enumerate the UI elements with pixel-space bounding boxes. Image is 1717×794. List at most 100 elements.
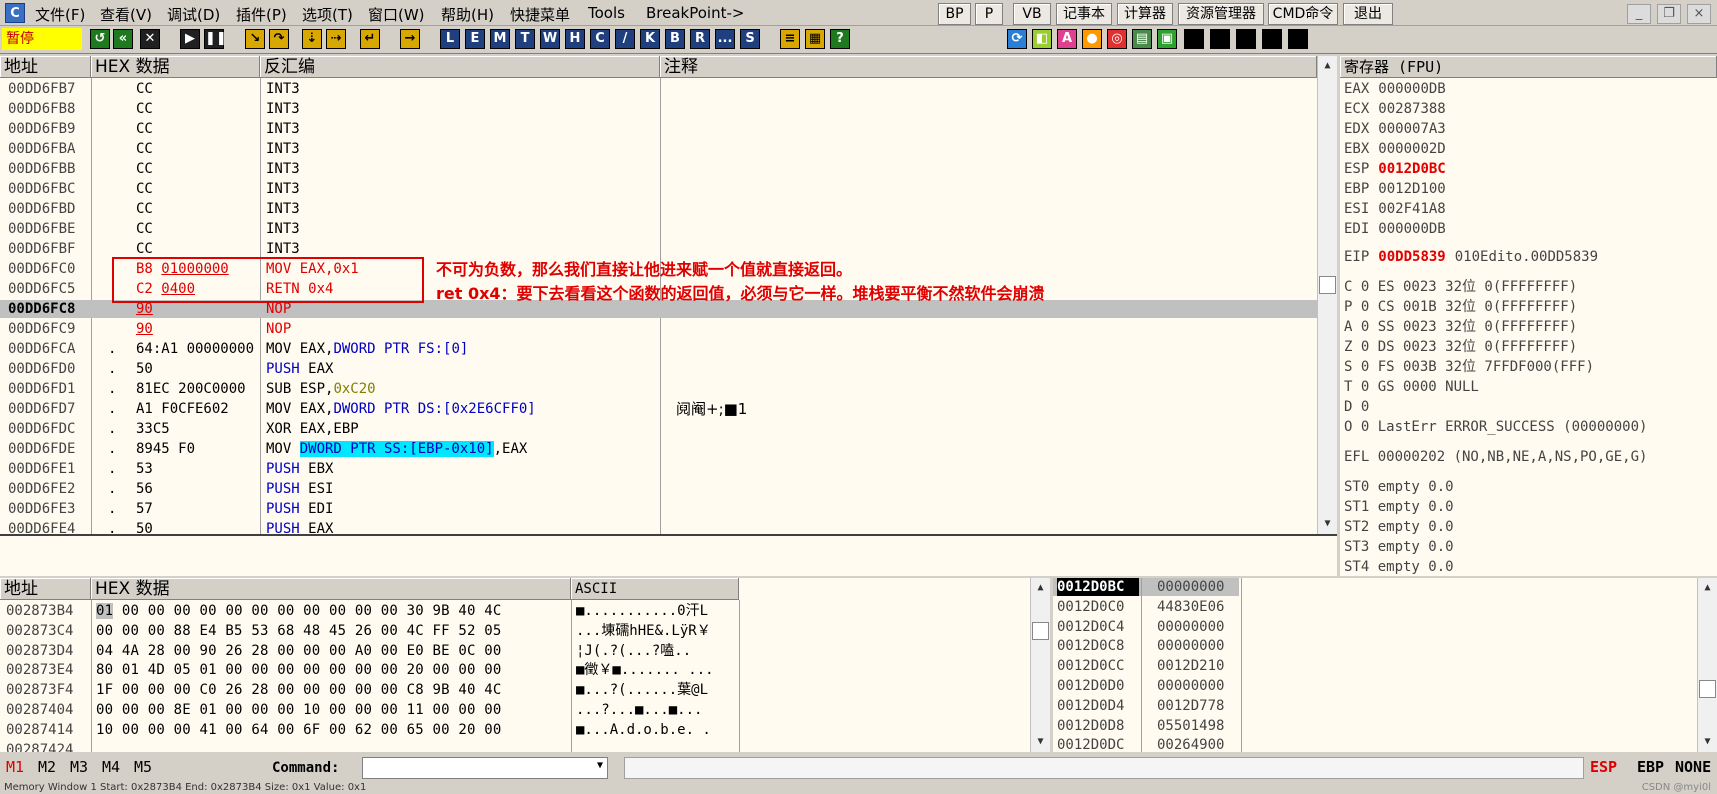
- dump-row[interactable]: 002873D4 04 4A 28 00 90 26 28 00 00 00 A0…: [0, 642, 1030, 660]
- register-efl[interactable]: EFL 00000202 (NO,NB,NE,A,NS,PO,GE,G): [1344, 448, 1647, 466]
- register-value[interactable]: 0012D100: [1378, 181, 1445, 197]
- threads-window-icon[interactable]: T: [515, 29, 535, 49]
- blank-button-1[interactable]: [1184, 29, 1204, 49]
- register-eax[interactable]: EAX 000000DB: [1344, 80, 1446, 98]
- flag-row[interactable]: C 0 ES 0023 32位 0(FFFFFFFF): [1344, 278, 1577, 296]
- menu-view[interactable]: 查看(V): [100, 4, 152, 25]
- dump-scroll-down-icon[interactable]: ▼: [1031, 734, 1050, 750]
- fpu-register[interactable]: ST1 empty 0.0: [1344, 498, 1454, 516]
- calculator-button[interactable]: 计算器: [1117, 3, 1173, 25]
- registers-pane[interactable]: 寄存器 (FPU) EAX 000000DB ECX 00287388 EDX 00000…: [1340, 56, 1717, 576]
- flag-row[interactable]: S 0 FS 003B 32位 7FFDF000(FFF): [1344, 358, 1594, 376]
- col-comment-header[interactable]: 注释: [660, 56, 1317, 78]
- registers-header[interactable]: 寄存器 (FPU): [1340, 56, 1717, 78]
- rewind-icon[interactable]: «: [113, 29, 133, 49]
- dump-row[interactable]: 00287414 10 00 00 00 41 00 64 00 6F 00 62…: [0, 721, 1030, 739]
- register-ebx[interactable]: EBX 0000002D: [1344, 140, 1446, 158]
- blank-button-2[interactable]: [1210, 29, 1230, 49]
- ebp-toggle[interactable]: EBP: [1637, 758, 1664, 776]
- p-button[interactable]: P: [975, 3, 1003, 25]
- col-address-header[interactable]: 地址: [0, 56, 91, 78]
- run-trace-window-icon[interactable]: ...: [715, 29, 735, 49]
- fpu-register[interactable]: ST4 empty 0.0: [1344, 558, 1454, 576]
- disasm-row[interactable]: 00DD6FDE. 8945 F0 MOV DWORD PTR SS:[EBP-0x…: [0, 440, 1317, 458]
- menu-options[interactable]: 选项(T): [302, 4, 353, 25]
- menu-file[interactable]: 文件(F): [35, 4, 85, 25]
- help-icon[interactable]: ?: [830, 29, 850, 49]
- stack-row[interactable]: 0012D0D4 0012D778: [1053, 697, 1697, 715]
- execute-till-return-icon[interactable]: ↵: [360, 29, 380, 49]
- disasm-row[interactable]: 00DD6FBE CC INT3: [0, 220, 1317, 238]
- dump-row[interactable]: 00287404 00 00 00 8E 01 00 00 00 10 00 00…: [0, 701, 1030, 719]
- close-process-icon[interactable]: ✕: [140, 29, 160, 49]
- screen-icon[interactable]: ▣: [1157, 29, 1177, 49]
- register-value[interactable]: 002F41A8: [1378, 201, 1445, 217]
- disasm-row[interactable]: 00DD6FE1. 53 PUSH EBX: [0, 460, 1317, 478]
- menu-plugins[interactable]: 插件(P): [236, 4, 287, 25]
- notepad-button[interactable]: 记事本: [1056, 3, 1112, 25]
- flag-row[interactable]: A 0 SS 0023 32位 0(FFFFFFFF): [1344, 318, 1577, 336]
- disasm-row[interactable]: 00DD6FB7 CC INT3: [0, 80, 1317, 98]
- stack-row[interactable]: 0012D0CC 0012D210: [1053, 657, 1697, 675]
- dump-address-header[interactable]: 地址: [0, 578, 91, 600]
- disasm-row[interactable]: 00DD6FBB CC INT3: [0, 160, 1317, 178]
- disasm-row[interactable]: 00DD6FDC. 33C5 XOR EAX,EBP: [0, 420, 1317, 438]
- stack-scroll-down-icon[interactable]: ▼: [1698, 734, 1717, 750]
- dump-row[interactable]: 002873E4 80 01 4D 05 01 00 00 00 00 00 00…: [0, 661, 1030, 679]
- flag-row[interactable]: P 0 CS 001B 32位 0(FFFFFFFF): [1344, 298, 1577, 316]
- stack-scrollbar[interactable]: ▲ ▼: [1697, 578, 1717, 752]
- register-esi[interactable]: ESI 002F41A8: [1344, 200, 1446, 218]
- disasm-row[interactable]: 00DD6FE4. 50 PUSH EAX: [0, 520, 1317, 534]
- plugin-icon[interactable]: ◧: [1032, 29, 1052, 49]
- dropdown-arrow-icon[interactable]: ▼: [597, 760, 603, 771]
- trace-over-icon[interactable]: ⇢: [326, 29, 346, 49]
- flag-row[interactable]: Z 0 DS 0023 32位 0(FFFFFFFF): [1344, 338, 1577, 356]
- memory-window-icon[interactable]: M: [490, 29, 510, 49]
- menu-help[interactable]: 帮助(H): [441, 4, 494, 25]
- disasm-row[interactable]: 00DD6FBC CC INT3: [0, 180, 1317, 198]
- dump-row[interactable]: 00287424: [0, 741, 1030, 752]
- disassembly-pane[interactable]: 地址 HEX 数据 反汇编 注释 00DD6FB7 CC INT3 00DD6FB8 C…: [0, 56, 1337, 534]
- register-ecx[interactable]: ECX 00287388: [1344, 100, 1446, 118]
- register-esp[interactable]: ESP 0012D0BC: [1344, 160, 1446, 178]
- stack-row[interactable]: 0012D0C0 44830E06: [1053, 598, 1697, 616]
- run-icon[interactable]: ▶: [180, 29, 200, 49]
- menu-debug[interactable]: 调试(D): [167, 4, 220, 25]
- source-window-icon[interactable]: S: [740, 29, 760, 49]
- handles-window-icon[interactable]: H: [565, 29, 585, 49]
- mark-m2[interactable]: M2: [38, 758, 56, 776]
- blank-button-4[interactable]: [1262, 29, 1282, 49]
- disasm-row[interactable]: 00DD6FB9 CC INT3: [0, 120, 1317, 138]
- dump-hex-header[interactable]: HEX 数据: [91, 578, 571, 600]
- stack-row[interactable]: 0012D0DC 00264900: [1053, 736, 1697, 752]
- app-icon[interactable]: C: [5, 3, 25, 23]
- windows-window-icon[interactable]: W: [540, 29, 560, 49]
- cmd-button[interactable]: CMD命令: [1268, 3, 1338, 25]
- modules-window-icon[interactable]: E: [465, 29, 485, 49]
- stack-scroll-thumb[interactable]: [1699, 680, 1716, 698]
- goto-icon[interactable]: →: [400, 29, 420, 49]
- scroll-thumb[interactable]: [1319, 276, 1336, 294]
- stack-row[interactable]: 0012D0BC 00000000: [1053, 578, 1239, 597]
- menu-breakpoint[interactable]: BreakPoint->: [646, 4, 744, 22]
- refresh-icon[interactable]: ⟳: [1007, 29, 1027, 49]
- callstack-window-icon[interactable]: K: [640, 29, 660, 49]
- mark-m4[interactable]: M4: [102, 758, 120, 776]
- patches-window-icon[interactable]: /: [615, 29, 635, 49]
- disasm-row[interactable]: 00DD6FE3. 57 PUSH EDI: [0, 500, 1317, 518]
- menu-shortcut[interactable]: 快捷菜单: [510, 4, 570, 25]
- stack-scroll-up-icon[interactable]: ▲: [1698, 580, 1717, 596]
- register-value[interactable]: 0000002D: [1378, 141, 1445, 157]
- stack-row[interactable]: 0012D0D8 05501498: [1053, 717, 1697, 735]
- stack-row[interactable]: 0012D0C4 00000000: [1053, 618, 1697, 636]
- col-hex-header[interactable]: HEX 数据: [91, 56, 260, 78]
- disasm-row[interactable]: 00DD6FB8 CC INT3: [0, 100, 1317, 118]
- dump-row[interactable]: 002873F4 1F 00 00 00 C0 26 28 00 00 00 00…: [0, 681, 1030, 699]
- none-toggle[interactable]: NONE: [1675, 758, 1711, 776]
- references-window-icon[interactable]: R: [690, 29, 710, 49]
- disasm-row[interactable]: 00DD6FBA CC INT3: [0, 140, 1317, 158]
- stack-row[interactable]: 0012D0C8 00000000: [1053, 637, 1697, 655]
- dump-row[interactable]: 002873C4 00 00 00 88 E4 B5 53 68 48 45 26…: [0, 622, 1030, 640]
- mark-m3[interactable]: M3: [70, 758, 88, 776]
- register-edx[interactable]: EDX 000007A3: [1344, 120, 1446, 138]
